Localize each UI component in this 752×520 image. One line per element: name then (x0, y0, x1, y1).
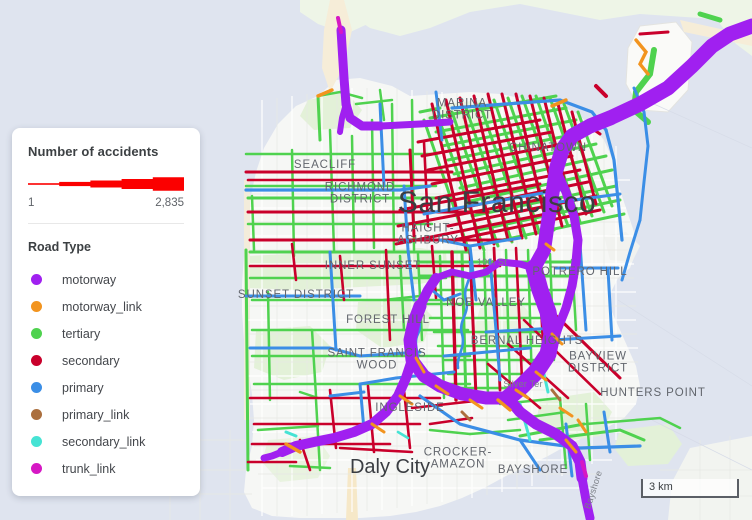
road-type-swatch-icon (31, 463, 42, 474)
road-type-item-tertiary[interactable]: tertiary (28, 320, 184, 347)
map-application: San Francisco Daly City SEACLIFF RICHMOND D… (0, 0, 752, 520)
accidents-ramp-labels: 1 2,835 (28, 197, 184, 209)
road-type-item-secondary[interactable]: secondary (28, 347, 184, 374)
ramp-segment-4 (121, 179, 154, 189)
ramp-segment-1 (28, 183, 60, 185)
ramp-min-label: 1 (28, 197, 35, 209)
road-type-item-motorway-link[interactable]: motorway_link (28, 293, 184, 320)
road-type-label: trunk_link (62, 461, 116, 476)
road-type-label: tertiary (62, 326, 101, 341)
accidents-size-ramp (28, 177, 184, 191)
scale-bar-label: 3 km (649, 481, 673, 493)
road-type-label: motorway (62, 272, 117, 287)
ramp-max-label: 2,835 (155, 197, 184, 209)
scale-bar: 3 km (641, 479, 739, 498)
road-type-swatch-icon (31, 301, 42, 312)
road-type-item-trunk-link[interactable]: trunk_link (28, 455, 184, 482)
road-type-swatch-icon (31, 274, 42, 285)
road-type-swatch-icon (31, 409, 42, 420)
road-type-label: secondary (62, 353, 120, 368)
road-type-swatch-icon (31, 355, 42, 366)
legend-road-type-title: Road Type (28, 240, 91, 254)
road-type-label: primary (62, 380, 104, 395)
road-type-swatch-icon (31, 382, 42, 393)
road-type-label: secondary_link (62, 434, 146, 449)
road-type-item-secondary-link[interactable]: secondary_link (28, 428, 184, 455)
road-type-swatch-icon (31, 328, 42, 339)
ramp-segment-5 (152, 177, 184, 191)
road-type-label: motorway_link (62, 299, 142, 314)
road-type-swatch-icon (31, 436, 42, 447)
legend-accidents-title: Number of accidents (28, 144, 159, 159)
road-type-item-primary[interactable]: primary (28, 374, 184, 401)
ramp-segment-3 (90, 180, 123, 188)
legend-panel: Number of accidents 1 2,835 Road Type mo… (12, 128, 200, 496)
road-type-label: primary_link (62, 407, 130, 422)
road-type-item-motorway[interactable]: motorway (28, 266, 184, 293)
ramp-segment-2 (59, 181, 91, 187)
legend-divider (28, 223, 184, 224)
road-type-list: motorway motorway_link tertiary secondary pr… (28, 266, 184, 482)
road-type-item-primary-link[interactable]: primary_link (28, 401, 184, 428)
